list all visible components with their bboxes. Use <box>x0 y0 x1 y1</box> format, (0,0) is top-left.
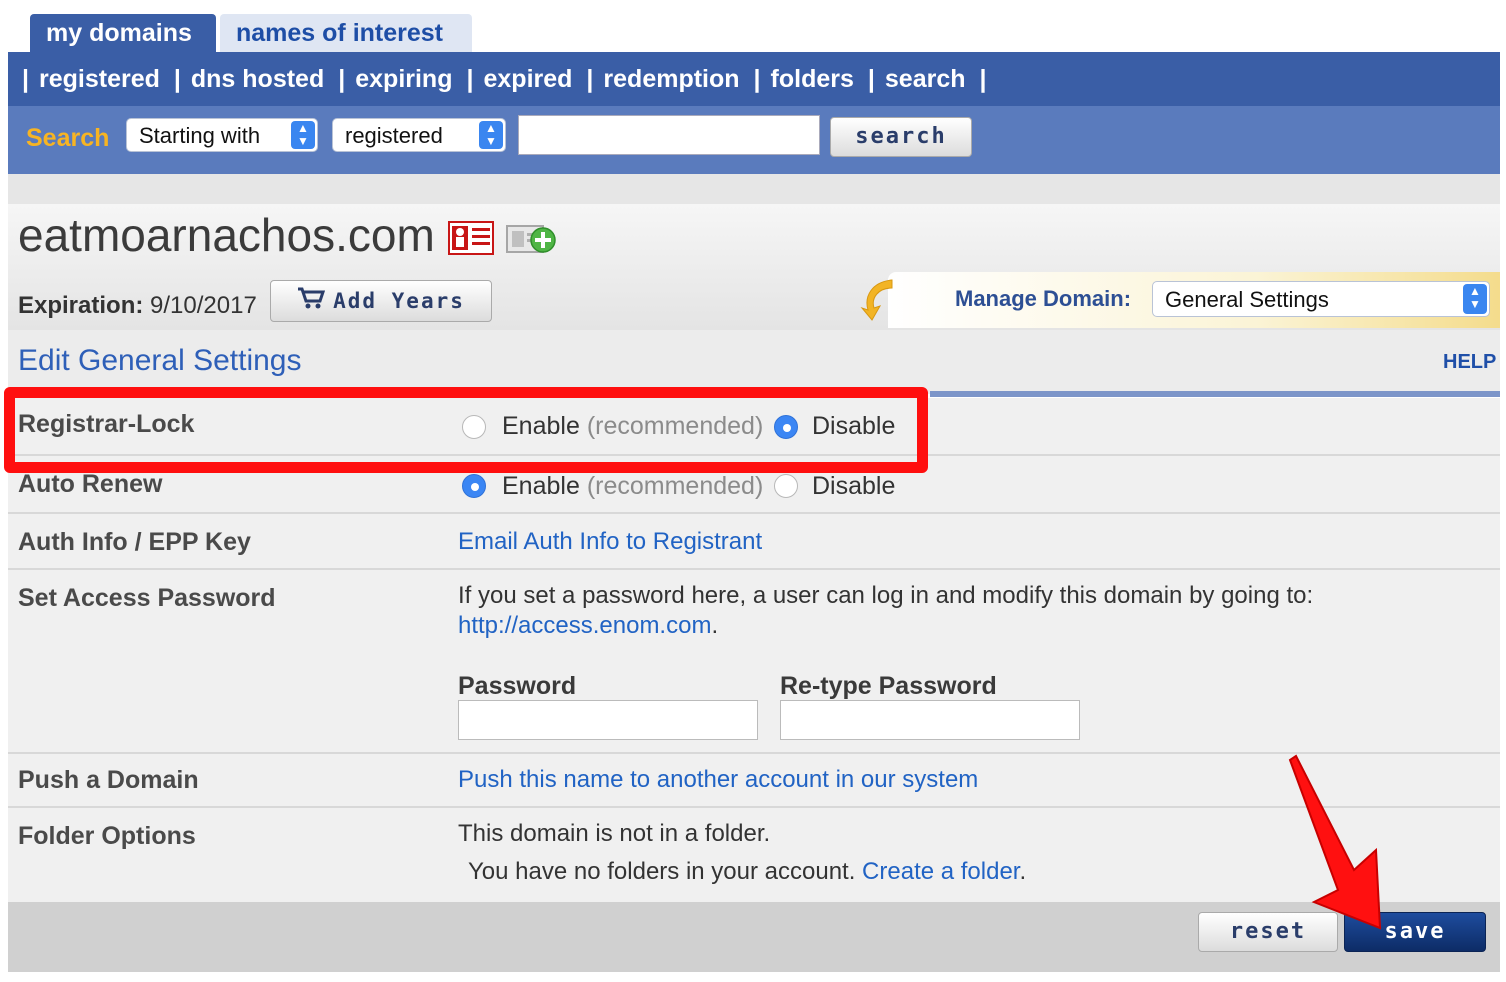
password-input[interactable] <box>458 700 758 740</box>
nav-separator: | <box>466 64 474 93</box>
section-divider <box>930 391 1500 397</box>
nav-item-registered[interactable]: registered <box>39 65 160 94</box>
nav-separator: | <box>338 64 346 93</box>
search-input[interactable] <box>518 115 820 155</box>
manage-domain-label: Manage Domain: <box>955 286 1132 311</box>
nav-item-expiring[interactable]: expiring <box>355 65 452 94</box>
add-contact-icon[interactable] <box>505 218 557 256</box>
highlight-box <box>4 387 928 473</box>
select-arrows-icon: ▲ ▼ <box>479 121 503 149</box>
domain-name-title: eatmoarnachos.com <box>18 209 435 261</box>
section-title: Edit General Settings <box>18 344 302 377</box>
nav-item-expired[interactable]: expired <box>483 65 572 94</box>
manage-domain-select[interactable]: General Settings ▲ ▼ <box>1152 281 1490 317</box>
search-scope-value: registered <box>345 123 443 148</box>
nav-separator: | <box>22 64 29 93</box>
add-years-button[interactable]: Add Years <box>270 280 492 322</box>
red-arrow-annotation <box>1280 752 1390 932</box>
access-password-label: Set Access Password <box>18 584 276 612</box>
access-url-link[interactable]: http://access.enom.com <box>458 612 711 639</box>
folder-status-text: This domain is not in a folder. <box>458 820 771 847</box>
retype-password-input[interactable] <box>780 700 1080 740</box>
access-url-line: http://access.enom.com. <box>458 612 719 639</box>
nav-item-search[interactable]: search <box>885 65 966 94</box>
nav-separator: | <box>586 64 594 93</box>
domain-nav-bar: | registered | dns hosted | expiring | e… <box>8 52 1500 106</box>
password-label: Password <box>458 672 577 700</box>
nav-item-folders[interactable]: folders <box>771 65 854 94</box>
expiration-value: 9/10/2017 <box>150 292 257 319</box>
curved-arrow-icon <box>858 276 904 322</box>
auto-renew-disable-radio[interactable] <box>774 474 798 498</box>
search-mode-value: Starting with <box>139 123 261 148</box>
tab-my-domains[interactable]: my domains <box>30 14 216 52</box>
cart-icon <box>297 282 326 322</box>
auth-info-label: Auth Info / EPP Key <box>18 528 251 556</box>
access-password-row: Set Access Password If you set a passwor… <box>8 570 1500 754</box>
push-domain-row: Push a Domain Push this name to another … <box>8 754 1500 808</box>
manage-domain-value: General Settings <box>1165 287 1329 312</box>
select-arrows-icon: ▲ ▼ <box>291 121 315 149</box>
access-password-description: If you set a password here, a user can l… <box>458 582 1314 609</box>
nav-separator: | <box>753 64 761 93</box>
contact-card-icon[interactable] <box>448 221 494 255</box>
expiration-info: Expiration: 9/10/2017 <box>18 292 257 320</box>
nav-separator: | <box>979 64 987 93</box>
search-label: Search <box>26 124 110 152</box>
search-mode-select[interactable]: Starting with ▲ ▼ <box>126 118 318 152</box>
nav-separator: | <box>867 64 875 93</box>
folder-help-line: You have no folders in your account. Cre… <box>468 858 1027 885</box>
tab-names-of-interest[interactable]: names of interest <box>220 14 472 52</box>
auth-info-row: Auth Info / EPP Key Email Auth Info to R… <box>8 514 1500 570</box>
folder-options-label: Folder Options <box>18 822 196 850</box>
push-domain-label: Push a Domain <box>18 766 199 794</box>
auto-renew-enable-radio[interactable] <box>462 474 486 498</box>
select-arrows-icon: ▲ ▼ <box>1463 284 1487 314</box>
nav-item-dns-hosted[interactable]: dns hosted <box>191 65 324 94</box>
auto-renew-enable-text: Enable (recommended) <box>502 472 764 500</box>
search-button[interactable]: search <box>830 117 972 157</box>
search-scope-select[interactable]: registered ▲ ▼ <box>332 118 506 152</box>
nav-item-redemption[interactable]: redemption <box>603 65 739 94</box>
add-years-label: Add Years <box>333 289 465 313</box>
expiration-label: Expiration: <box>18 292 144 319</box>
nav-separator: | <box>173 64 181 93</box>
help-link[interactable]: HELP <box>1443 351 1496 374</box>
email-auth-info-link[interactable]: Email Auth Info to Registrant <box>458 528 762 556</box>
folder-options-row: Folder Options This domain is not in a f… <box>8 808 1500 902</box>
spacer-band <box>8 174 1500 204</box>
push-domain-link[interactable]: Push this name to another account in our… <box>458 766 978 794</box>
search-bar: Search Starting with ▲ ▼ registered ▲ ▼ se… <box>8 106 1500 174</box>
auto-renew-label: Auto Renew <box>18 470 163 498</box>
retype-password-label: Re-type Password <box>780 672 997 700</box>
auto-renew-disable-text: Disable <box>812 472 896 500</box>
create-folder-link[interactable]: Create a folder <box>862 858 1019 885</box>
